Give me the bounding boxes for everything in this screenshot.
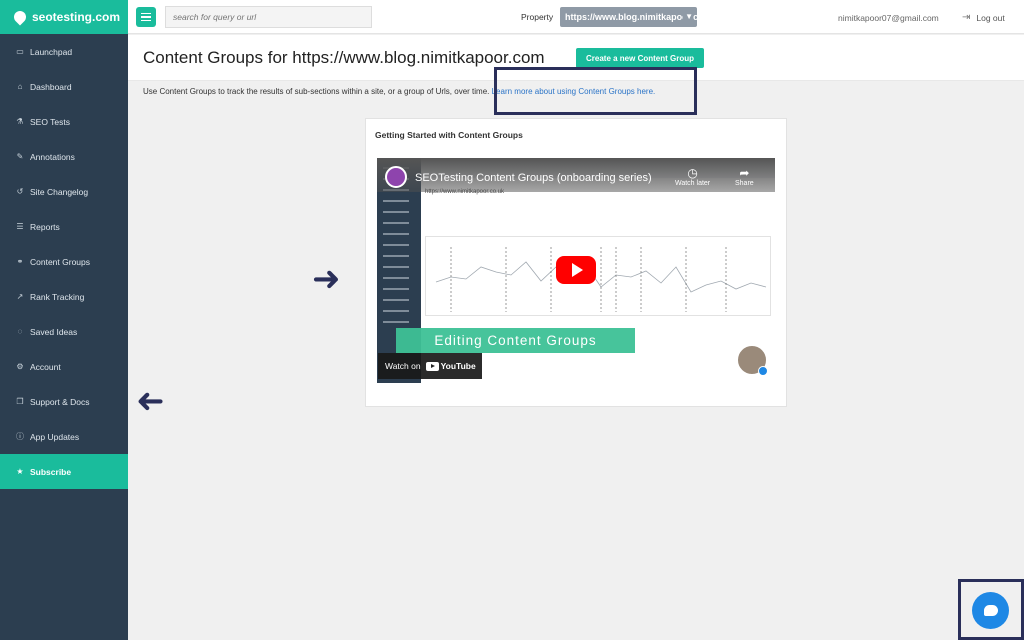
video-embed[interactable]: https://www.nimitkapoor.co.uk SEOTesting… (377, 158, 775, 383)
search-input[interactable] (165, 6, 372, 28)
history-icon: ↺ (16, 187, 24, 196)
sidebar-item-launchpad[interactable]: ▭ Launchpad (0, 34, 128, 69)
sidebar-item-dashboard[interactable]: ⌂ Dashboard (0, 69, 128, 104)
list-icon: ☰ (16, 222, 24, 231)
watch-on-youtube-button[interactable]: Watch on YouTube (378, 353, 482, 379)
property-select[interactable]: https://www.blog.nimitkapoor.com ▼ (560, 7, 697, 27)
play-button[interactable] (556, 256, 596, 284)
card-title: Getting Started with Content Groups (375, 130, 523, 140)
arrow-right-annotation-icon: ➜ (312, 260, 341, 298)
groups-icon: ⚭ (16, 257, 24, 266)
sidebar-item-annotations[interactable]: ✎ Annotations (0, 139, 128, 174)
sidebar-item-seo-tests[interactable]: ⚗ SEO Tests (0, 104, 128, 139)
hamburger-menu-button[interactable] (136, 7, 156, 27)
youtube-icon (425, 361, 439, 371)
presenter-avatar (736, 344, 768, 376)
sidebar-item-label: Reports (30, 221, 60, 232)
monitor-icon: ▭ (16, 47, 24, 56)
sidebar-item-label: Saved Ideas (30, 326, 78, 337)
chat-bubble-icon (983, 605, 998, 616)
sidebar-item-label: App Updates (30, 431, 80, 442)
sidebar-item-account[interactable]: ⚙ Account (0, 349, 128, 384)
sidebar-item-label: SEO Tests (30, 116, 70, 127)
home-icon: ⌂ (17, 82, 23, 91)
video-banner: Editing Content Groups (396, 328, 635, 353)
play-icon (572, 263, 583, 277)
sidebar-item-label: Site Changelog (30, 186, 89, 197)
sidebar-item-app-updates[interactable]: ⓘ App Updates (0, 419, 128, 454)
user-email: nimitkapoor07@gmail.com (838, 13, 939, 23)
sidebar-item-subscribe[interactable]: ★ Subscribe (0, 454, 128, 489)
logout-icon: ⇥ (962, 12, 971, 23)
page-title: Content Groups for https://www.blog.nimi… (143, 48, 545, 67)
description-text: Use Content Groups to track the results … (143, 87, 490, 96)
sidebar-item-reports[interactable]: ☰ Reports (0, 209, 128, 244)
property-value: https://www.blog.nimitkapoor.com (565, 12, 697, 22)
caret-down-icon: ▼ (683, 12, 693, 21)
hamburger-icon (141, 12, 151, 15)
video-chart-preview (425, 236, 771, 316)
star-icon: ★ (16, 467, 24, 476)
sidebar-item-site-changelog[interactable]: ↺ Site Changelog (0, 174, 128, 209)
sidebar-item-saved-ideas[interactable]: ◌ Saved Ideas (0, 314, 128, 349)
clock-icon: ◷ (687, 166, 698, 180)
logout-link[interactable]: ⇥ Log out (962, 12, 1005, 23)
youtube-logo: YouTube (425, 361, 476, 371)
sidebar-item-label: Rank Tracking (30, 291, 85, 302)
sidebar-item-content-groups[interactable]: ⚭ Content Groups (0, 244, 128, 279)
flask-icon: ⚗ (16, 117, 24, 126)
sidebar-item-label: Account (30, 361, 61, 372)
preview-line-chart (435, 247, 767, 312)
line-chart-icon: ↗ (16, 292, 24, 301)
share-button[interactable]: ➦ Share (735, 166, 754, 187)
share-icon: ➦ (739, 166, 750, 180)
verified-badge-icon (758, 366, 768, 376)
lightbulb-icon: ◌ (17, 327, 23, 336)
brand-logo[interactable]: seotesting.com (0, 0, 128, 34)
brand-name: seotesting.com (32, 10, 121, 24)
sidebar-item-label: Launchpad (30, 46, 73, 57)
sidebar-item-label: Content Groups (30, 256, 91, 267)
sidebar-item-label: Support & Docs (30, 396, 90, 407)
shield-logo-icon (11, 8, 29, 26)
getting-started-card: Getting Started with Content Groups http… (365, 118, 787, 407)
create-content-group-button[interactable]: Create a new Content Group (576, 48, 704, 68)
sidebar-item-label: Subscribe (30, 466, 72, 477)
chat-widget-button[interactable] (972, 592, 1009, 629)
property-label: Property (521, 12, 554, 22)
info-icon: ⓘ (16, 432, 24, 441)
arrow-left-annotation-icon: ➜ (136, 382, 165, 420)
logout-label: Log out (976, 12, 1005, 23)
annotation-box-learn-more (494, 67, 697, 115)
sidebar-item-label: Annotations (30, 151, 75, 162)
sidebar-item-label: Dashboard (30, 81, 72, 92)
video-title[interactable]: SEOTesting Content Groups (onboarding se… (415, 172, 652, 184)
watch-later-button[interactable]: ◷ Watch later (675, 166, 710, 187)
sidebar-item-support-docs[interactable]: ❒ Support & Docs (0, 384, 128, 419)
pencil-icon: ✎ (16, 152, 24, 161)
sidebar: seotesting.com ▭ Launchpad ⌂ Dashboard ⚗ SEO … (0, 0, 128, 640)
book-icon: ❒ (16, 397, 24, 406)
sidebar-item-rank-tracking[interactable]: ↗ Rank Tracking (0, 279, 128, 314)
top-header: Property https://www.blog.nimitkapoor.co… (128, 0, 1024, 34)
channel-avatar-icon[interactable] (385, 166, 407, 188)
gear-icon: ⚙ (16, 362, 24, 371)
